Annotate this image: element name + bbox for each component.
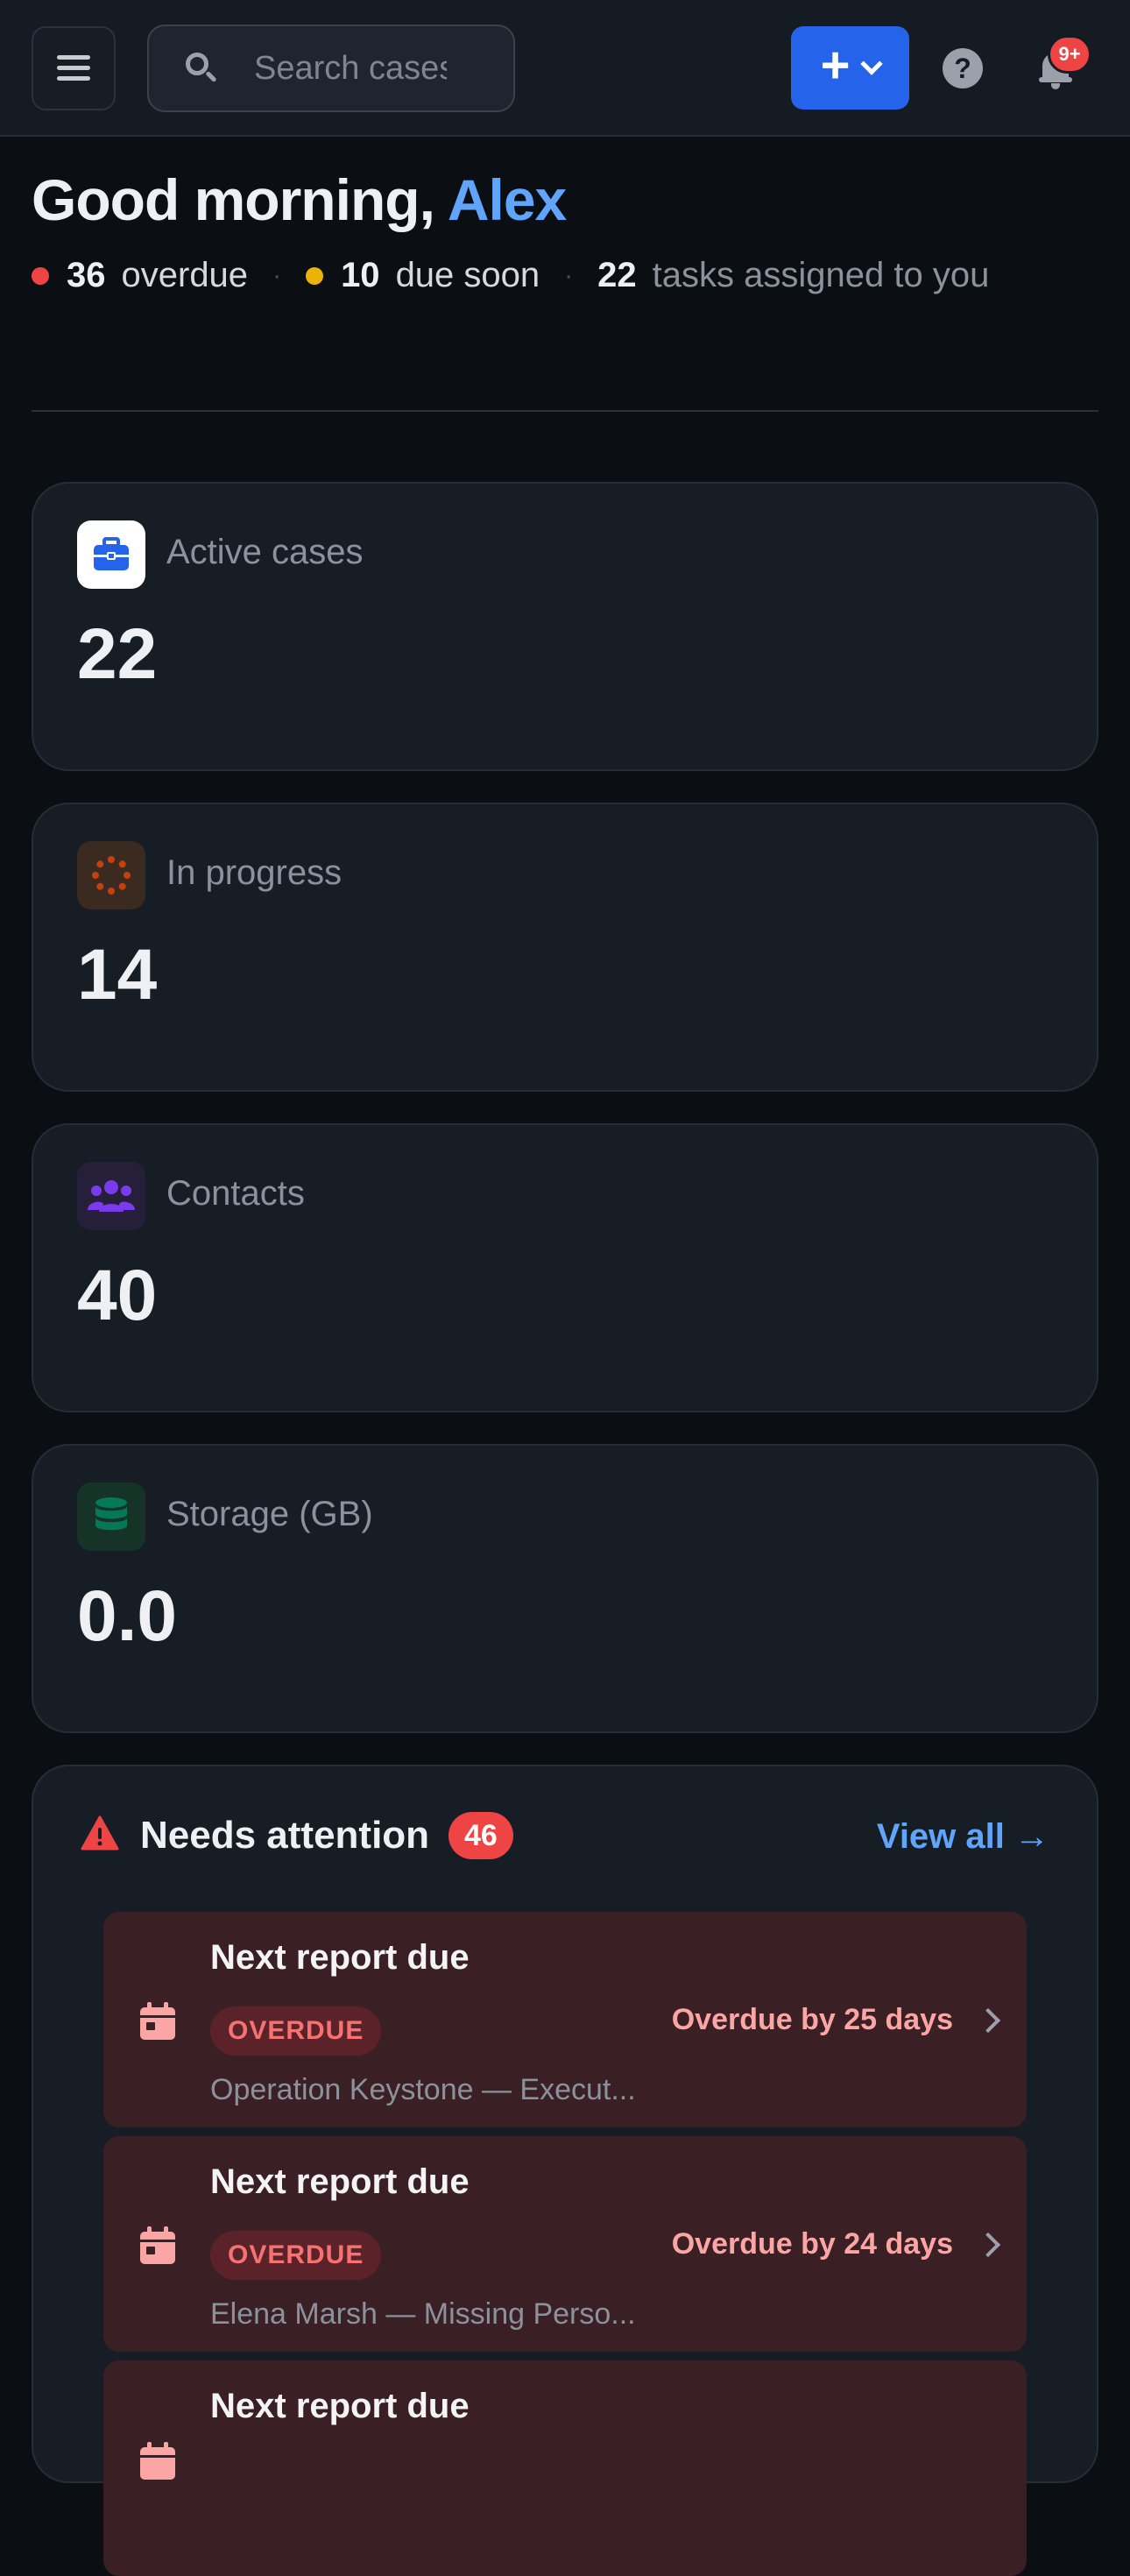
status-badge: OVERDUE [210, 2231, 382, 2280]
item-title: Next report due [210, 2162, 470, 2201]
search-box[interactable] [147, 25, 515, 112]
top-bar: + ? 9+ [0, 0, 1130, 137]
database-icon [77, 1483, 145, 1551]
stat-label: Storage (GB) [166, 1495, 373, 1533]
stat-label: Contacts [166, 1174, 305, 1213]
stat-card-storage[interactable]: Storage (GB) 0.0 [32, 1444, 1098, 1733]
task-summary: 36 overdue · 10 due soon · 22 tasks assi… [32, 256, 989, 295]
due-text: Overdue by 24 days [671, 2227, 953, 2261]
user-name: Alex [447, 167, 567, 232]
attention-item[interactable]: Next report due [103, 2360, 1027, 2576]
calendar-icon [140, 2226, 175, 2264]
separator: · [272, 260, 282, 290]
notification-count-badge: 9+ [1048, 35, 1091, 74]
stat-card-in-progress[interactable]: In progress 14 [32, 803, 1098, 1092]
stat-card-active-cases[interactable]: Active cases 22 [32, 482, 1098, 771]
overdue-dot-icon [32, 266, 49, 285]
tasks-label: tasks assigned to you [652, 256, 990, 294]
divider [32, 410, 1098, 412]
status-badge: OVERDUE [210, 2006, 382, 2056]
briefcase-icon [77, 520, 145, 589]
view-all-link[interactable]: View all → [877, 1817, 1049, 1857]
item-subtitle: Elena Marsh — Missing Perso... [210, 2297, 636, 2331]
calendar-icon [140, 2442, 175, 2480]
stat-label: In progress [166, 853, 343, 892]
search-input[interactable] [254, 49, 447, 88]
stat-value: 40 [77, 1256, 158, 1335]
greeting-prefix: Good morning, [32, 167, 435, 232]
stat-label: Active cases [166, 533, 364, 571]
section-title: Needs attention [140, 1814, 430, 1857]
overdue-label: overdue [121, 256, 249, 294]
stat-value: 0.0 [77, 1576, 177, 1656]
hamburger-icon [57, 55, 90, 81]
item-title: Next report due [210, 2387, 470, 2425]
chevron-right-icon [975, 2232, 1001, 2258]
users-icon [77, 1162, 145, 1230]
due-text: Overdue by 25 days [671, 2003, 953, 2036]
create-new-button[interactable]: + [791, 26, 909, 110]
stat-value: 22 [77, 614, 158, 694]
chevron-down-icon [860, 52, 884, 75]
menu-button[interactable] [32, 26, 116, 110]
attention-item[interactable]: Next report due OVERDUE Operation Keysto… [103, 1912, 1027, 2127]
stat-card-contacts[interactable]: Contacts 40 [32, 1123, 1098, 1412]
page-title: Good morning, Alex [32, 166, 567, 233]
item-subtitle: Operation Keystone — Execut... [210, 2073, 636, 2106]
tasks-count: 22 [597, 256, 637, 294]
plus-icon: + [820, 36, 851, 94]
search-icon [184, 51, 219, 86]
separator: · [564, 260, 574, 290]
needs-attention-panel: Needs attention 46 View all → Next repor… [32, 1765, 1098, 2576]
chevron-right-icon [975, 2007, 1001, 2034]
attention-item[interactable]: Next report due OVERDUE Elena Marsh — Mi… [103, 2136, 1027, 2352]
spinner-icon [77, 841, 145, 909]
help-icon[interactable]: ? [943, 48, 983, 88]
attention-count-badge: 46 [448, 1812, 513, 1859]
due-soon-count: 10 [341, 256, 380, 294]
overdue-count: 36 [67, 256, 106, 294]
due-soon-dot-icon [306, 266, 324, 285]
stat-value: 14 [77, 935, 158, 1015]
item-title: Next report due [210, 1938, 470, 1977]
warning-icon [81, 1815, 119, 1851]
due-soon-label: due soon [395, 256, 540, 294]
calendar-icon [140, 2002, 175, 2040]
